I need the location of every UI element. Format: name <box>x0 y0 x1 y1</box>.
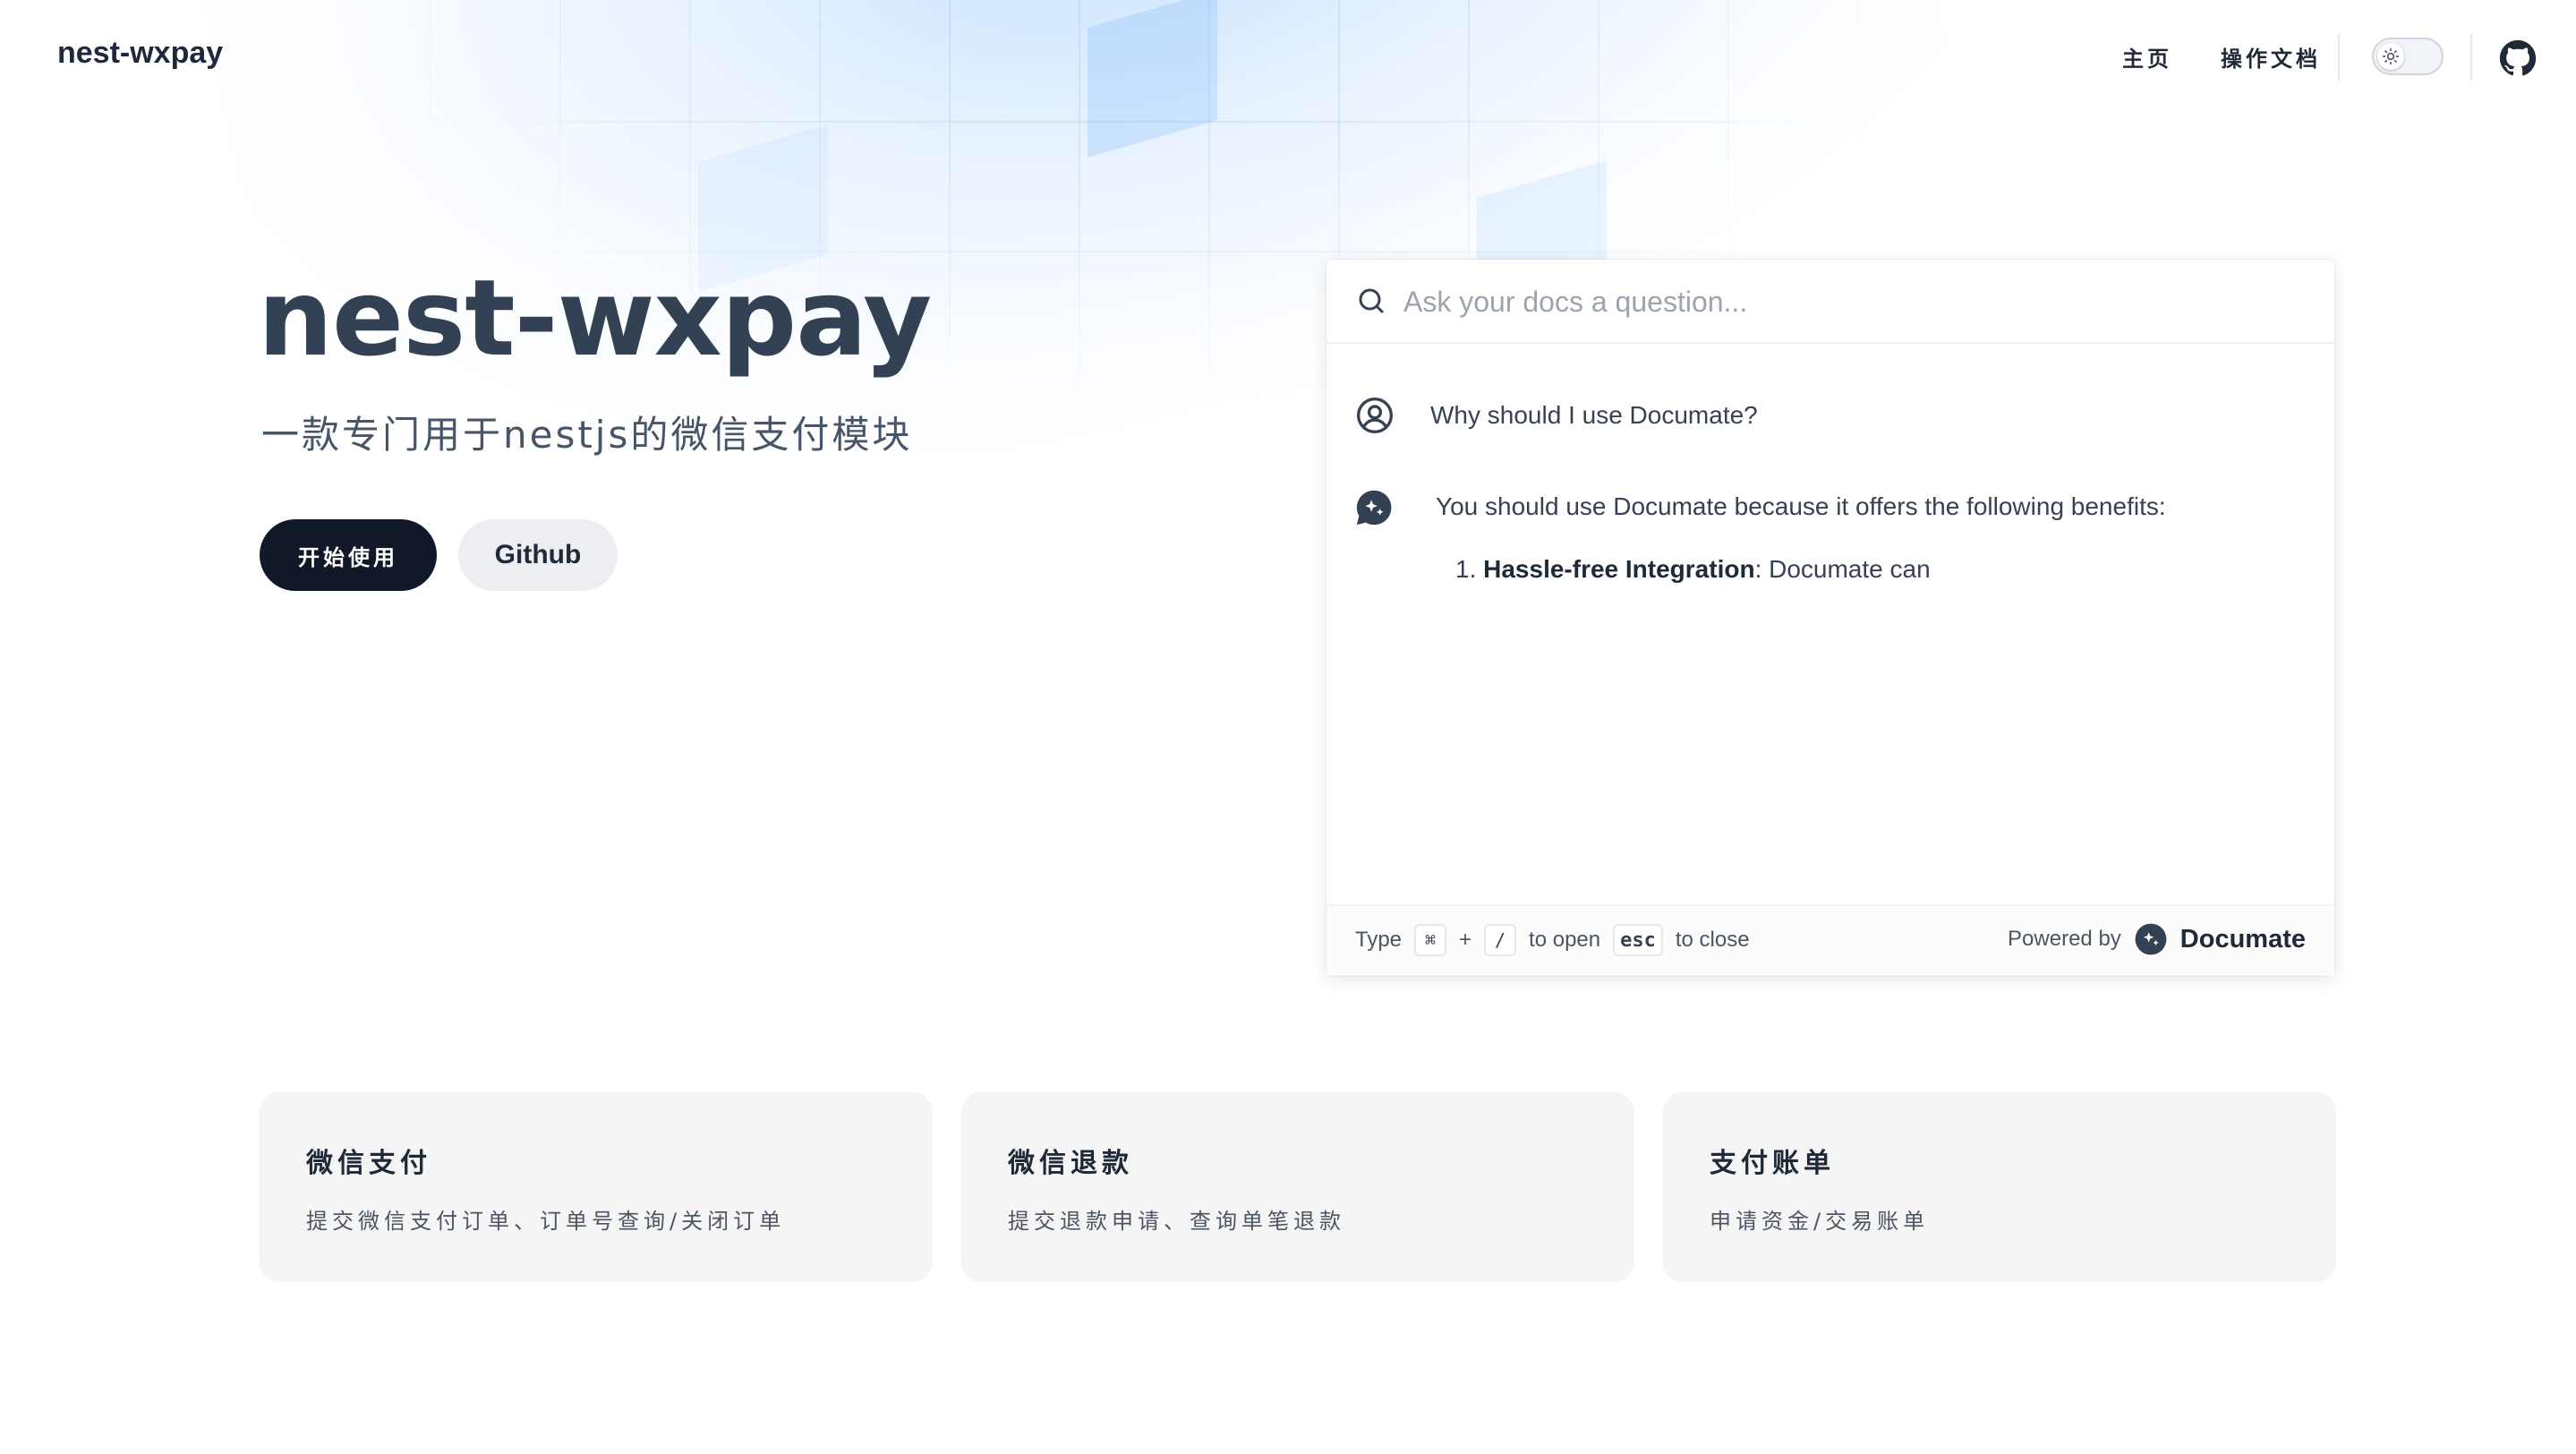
answer-item-number: 1. <box>1455 555 1477 583</box>
toggle-knob <box>2377 43 2404 70</box>
nav-link-home[interactable]: 主页 <box>2122 41 2172 73</box>
documate-brand-name: Documate <box>2179 924 2306 954</box>
question-text: Why should I use Documate? <box>1430 401 1758 429</box>
feature-description: 申请资金/交易账单 <box>1710 1209 1930 1234</box>
feature-title: 微信退款 <box>1008 1148 1133 1179</box>
site-brand[interactable]: nest-wxpay <box>57 36 223 71</box>
answer-intro-text: You should use Documate because it offer… <box>1436 492 2166 520</box>
sun-icon <box>2382 47 2400 65</box>
get-started-button[interactable]: 开始使用 <box>260 519 437 591</box>
user-avatar-icon <box>1357 398 1393 433</box>
powered-by-label: Powered by <box>2008 927 2121 951</box>
shortcut-hint: Type ⌘ + / to open esc to close <box>1355 924 1750 956</box>
nav-divider <box>2470 34 2472 81</box>
top-navbar: nest-wxpay 主页 操作文档 <box>0 0 2576 115</box>
answer-item-rest: : Documate can <box>1754 555 1931 583</box>
documate-bot-icon <box>1356 490 1392 526</box>
answer-list-item: 1. Hassle-free Integration: Documate can <box>1455 555 1931 584</box>
nav-links: 主页 操作文档 <box>2122 41 2321 73</box>
nav-divider <box>2338 34 2340 81</box>
powered-by[interactable]: Powered by Documate <box>2008 922 2306 956</box>
feature-description: 提交微信支付订单、订单号查询/关闭订单 <box>306 1209 786 1234</box>
ask-search-input[interactable] <box>1402 278 2300 326</box>
to-open-label: to open <box>1529 928 1601 952</box>
answer-item-bold: Hassle-free Integration <box>1483 555 1755 583</box>
feature-description: 提交退款申请、查询单笔退款 <box>1008 1209 1345 1234</box>
feature-title: 微信支付 <box>306 1148 431 1179</box>
slash-key: / <box>1484 924 1517 956</box>
ask-search-row <box>1326 260 2334 344</box>
theme-toggle[interactable] <box>2372 38 2444 75</box>
ask-docs-panel: Why should I use Documate? You should us… <box>1326 260 2334 976</box>
ask-panel-footer: Type ⌘ + / to open esc to close Powered … <box>1326 904 2334 976</box>
cmd-key: ⌘ <box>1414 924 1447 956</box>
esc-key: esc <box>1613 924 1663 956</box>
feature-card-bill: 支付账单 申请资金/交易账单 <box>1663 1092 2336 1282</box>
nav-link-docs[interactable]: 操作文档 <box>2221 41 2321 73</box>
github-button[interactable]: Github <box>458 519 618 591</box>
type-label: Type <box>1355 928 1403 952</box>
feature-card-refund: 微信退款 提交退款申请、查询单笔退款 <box>961 1092 1634 1282</box>
documate-logo-icon <box>2135 923 2167 955</box>
github-icon[interactable] <box>2499 39 2537 77</box>
plus-label: + <box>1459 928 1472 952</box>
hero-subtitle: 一款专门用于nestjs的微信支付模块 <box>261 413 913 457</box>
search-icon <box>1359 288 1384 313</box>
to-close-label: to close <box>1675 928 1750 952</box>
feature-title: 支付账单 <box>1710 1148 1835 1179</box>
feature-card-wxpay: 微信支付 提交微信支付订单、订单号查询/关闭订单 <box>260 1092 933 1282</box>
hero-title: nest-wxpay <box>258 256 932 380</box>
